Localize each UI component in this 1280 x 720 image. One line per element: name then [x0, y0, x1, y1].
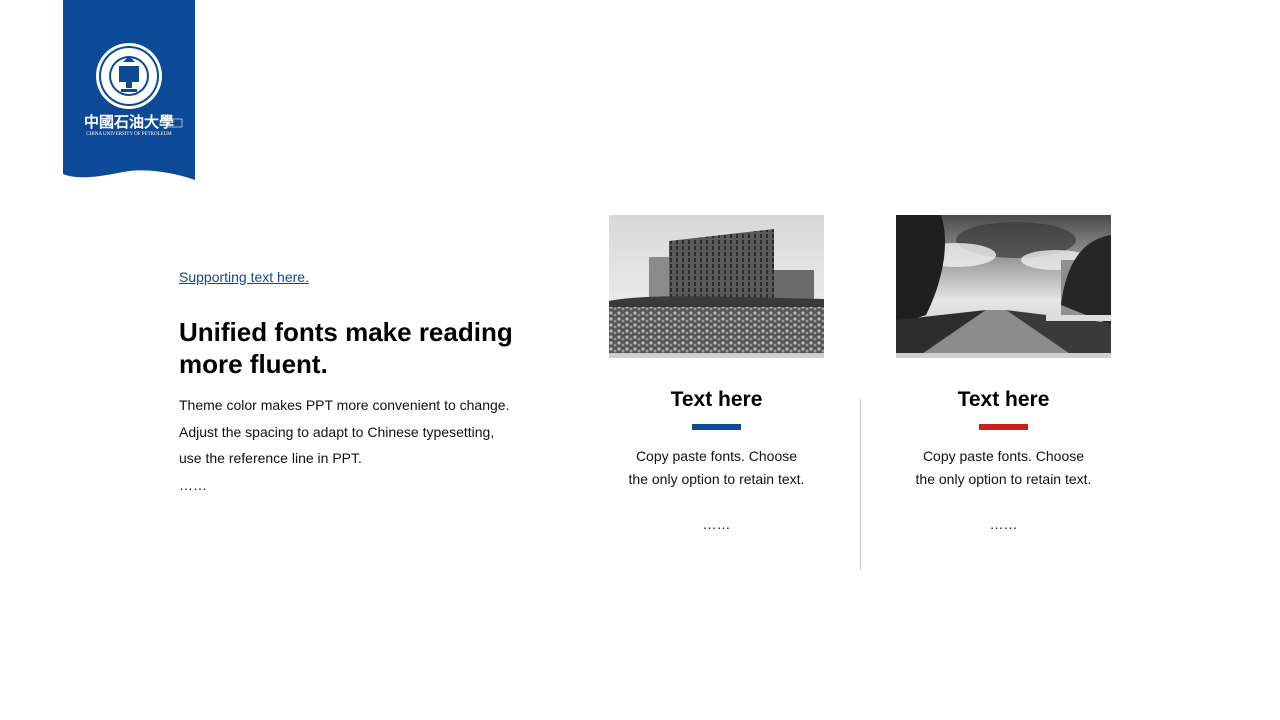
card-ellipsis: ……	[989, 516, 1018, 532]
intro-body-line: Theme color makes PPT more convenient to…	[179, 397, 510, 413]
campus-building-photo	[609, 215, 824, 358]
card-divider	[860, 399, 861, 570]
university-logo-banner: 中國石油大學 CHINA UNIVERSITY OF PETROLEUM	[63, 0, 195, 182]
supporting-link[interactable]: Supporting text here.	[179, 269, 309, 285]
card-tree-road: Text here Copy paste fonts. Choose the o…	[896, 215, 1111, 532]
card-text: Copy paste fonts. Choose the only option…	[628, 448, 805, 487]
card-accent-bar	[979, 424, 1028, 430]
card-text: Copy paste fonts. Choose the only option…	[915, 448, 1092, 487]
card-accent-bar	[692, 424, 741, 430]
headline: Unified fonts make reading more fluent.	[179, 317, 513, 379]
svg-text:CHINA UNIVERSITY OF PETROLEUM: CHINA UNIVERSITY OF PETROLEUM	[86, 132, 172, 137]
slide: 中國石油大學 CHINA UNIVERSITY OF PETROLEUM Sup…	[0, 0, 1280, 720]
tree-lined-road-photo	[896, 215, 1111, 358]
card-campus-building: Text here Copy paste fonts. Choose the o…	[609, 215, 824, 532]
intro-body-line: use the reference line in PPT.	[179, 450, 362, 466]
card-title: Text here	[670, 388, 763, 411]
card-title: Text here	[957, 388, 1050, 411]
university-seal-icon	[96, 43, 162, 109]
intro-body: Theme color makes PPT more convenient to…	[179, 392, 539, 498]
intro-body-line: Adjust the spacing to adapt to Chinese t…	[179, 423, 495, 440]
intro-body-line: ……	[179, 476, 207, 493]
card-ellipsis: ……	[702, 516, 731, 532]
svg-text:中國石油大學: 中國石油大學	[84, 113, 174, 131]
